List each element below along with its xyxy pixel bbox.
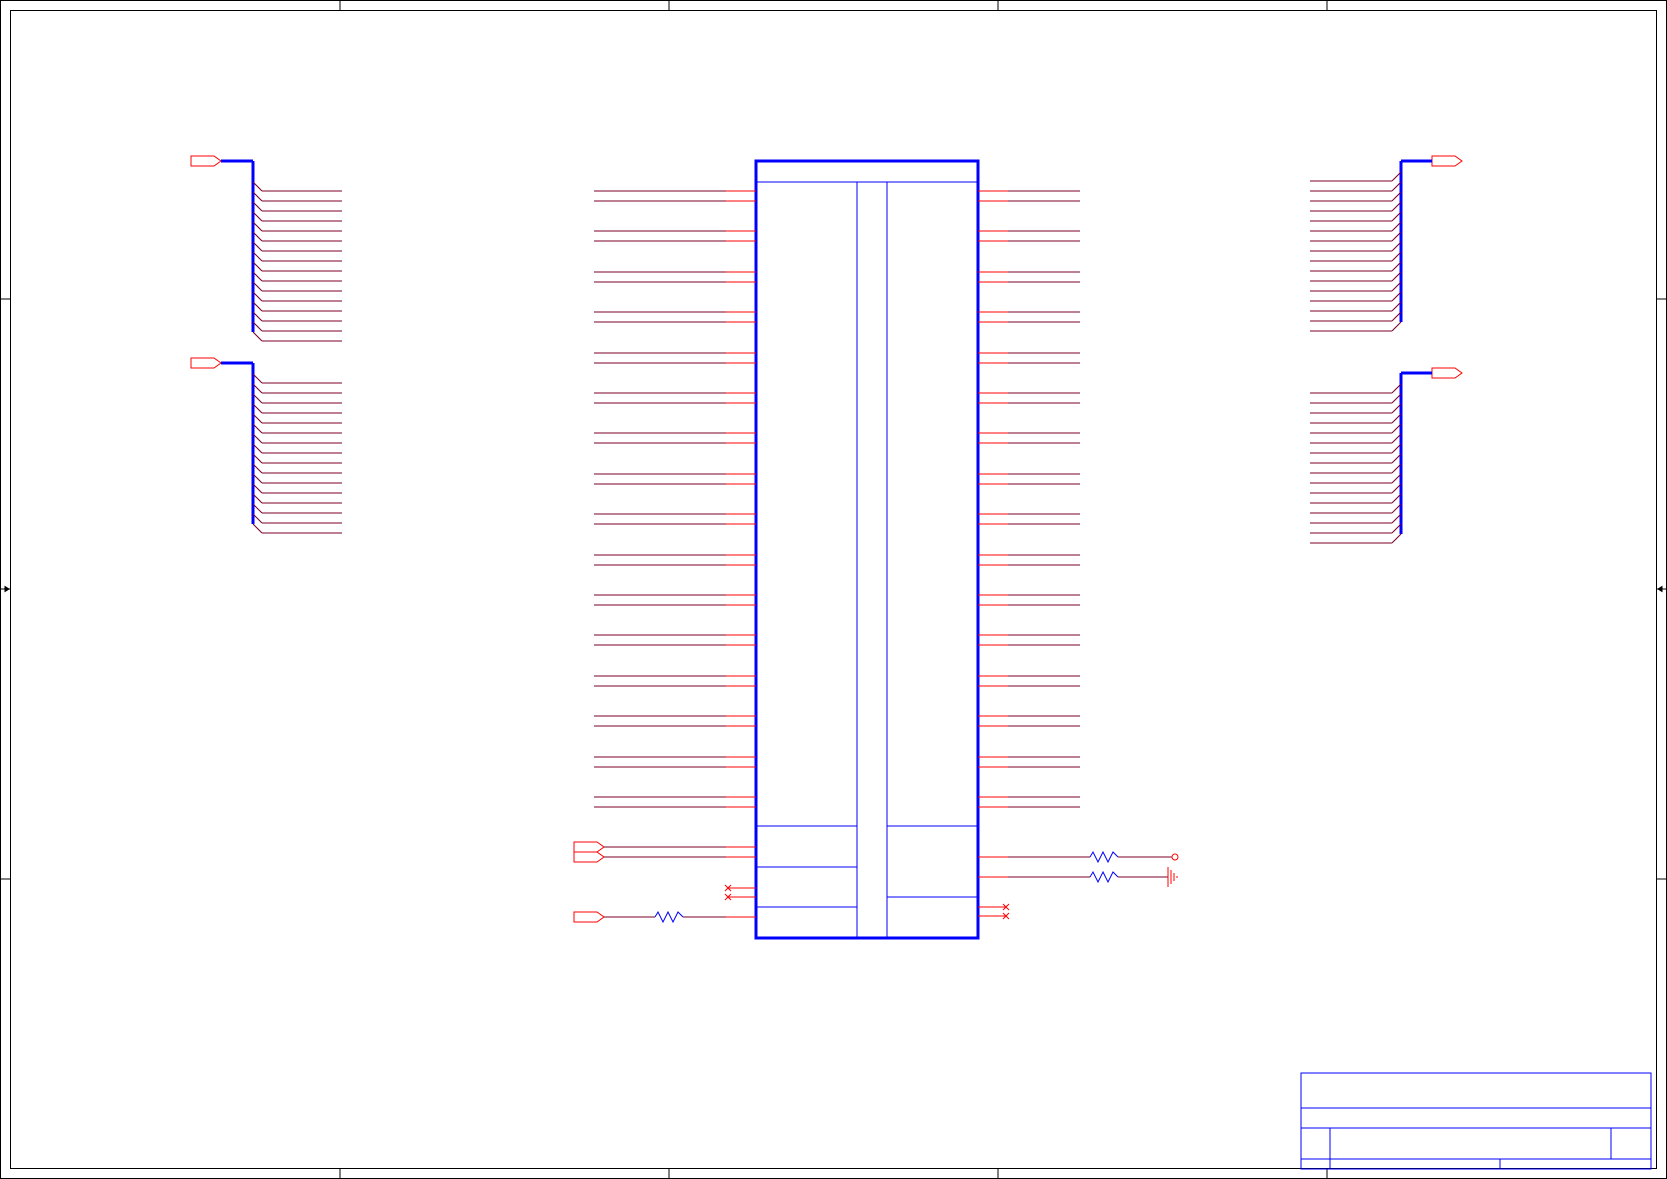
ic-component[interactable] bbox=[594, 159, 1080, 940]
right-bus-upper bbox=[1310, 155, 1463, 332]
wire bbox=[1391, 321, 1402, 332]
title-block bbox=[1300, 1072, 1652, 1170]
bus-entry-wires bbox=[252, 373, 342, 534]
resistor-icon bbox=[1089, 870, 1119, 884]
sheet-frame bbox=[0, 0, 1667, 1179]
no-connect-icon bbox=[724, 884, 756, 901]
resistor-icon bbox=[1089, 850, 1119, 864]
wire bbox=[252, 331, 263, 342]
offpage-connector-icon[interactable] bbox=[190, 357, 222, 369]
left-bus-upper bbox=[190, 155, 342, 342]
ground-icon bbox=[1167, 867, 1178, 887]
offpage-connector-icon[interactable] bbox=[1431, 367, 1463, 379]
bus-entry-wires bbox=[252, 181, 342, 342]
ic-pins bbox=[594, 190, 1080, 808]
offpage-connector-icon[interactable] bbox=[573, 841, 605, 853]
offpage-connector-icon[interactable] bbox=[573, 851, 605, 863]
no-connect-icon bbox=[978, 903, 1010, 920]
wire bbox=[252, 523, 263, 534]
zone-arrow-icon bbox=[2, 585, 1665, 593]
left-bus-lower bbox=[190, 357, 342, 534]
schematic-sheet bbox=[0, 0, 1667, 1179]
control-outputs bbox=[978, 850, 1179, 920]
bus-entry-wires bbox=[1310, 171, 1402, 332]
resistor-icon bbox=[654, 910, 684, 924]
offpage-connector-icon[interactable] bbox=[190, 155, 222, 167]
right-bus-lower bbox=[1310, 367, 1463, 544]
offpage-connector-icon[interactable] bbox=[1431, 155, 1463, 167]
offpage-connector-icon[interactable] bbox=[573, 911, 605, 923]
control-inputs bbox=[573, 841, 756, 924]
wire bbox=[1391, 533, 1402, 544]
test-point-icon bbox=[1171, 853, 1179, 861]
bus-entry-wires bbox=[1310, 383, 1402, 544]
